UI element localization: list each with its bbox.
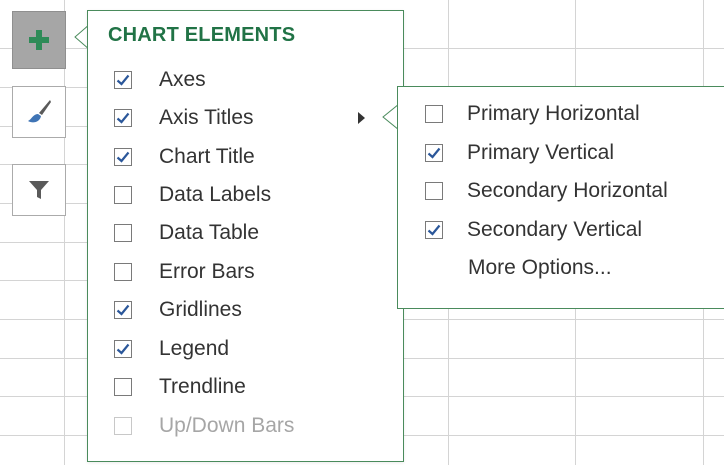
- element-axis-titles[interactable]: Axis Titles: [114, 101, 394, 135]
- checkbox[interactable]: [114, 263, 132, 281]
- chart-styles-button[interactable]: [12, 86, 66, 138]
- element-label: Data Table: [159, 221, 260, 244]
- element-label: Axes: [159, 68, 206, 91]
- checkmark-icon: [116, 151, 130, 163]
- submenu-item-primary-horizontal[interactable]: Primary Horizontal: [425, 97, 724, 131]
- element-trendline[interactable]: Trendline: [114, 370, 394, 404]
- chart-filters-button[interactable]: [12, 164, 66, 216]
- submenu-item-label: Secondary Horizontal: [467, 179, 668, 202]
- checkbox: [114, 417, 132, 435]
- checkbox[interactable]: [114, 148, 132, 166]
- submenu-item-label: Secondary Vertical: [467, 218, 643, 241]
- element-data-labels[interactable]: Data Labels: [114, 178, 394, 212]
- element-label: Gridlines: [159, 298, 242, 321]
- checkmark-icon: [116, 304, 130, 316]
- element-error-bars[interactable]: Error Bars: [114, 255, 394, 289]
- element-label: Axis Titles: [159, 106, 254, 129]
- more-options-link[interactable]: More Options...: [468, 251, 612, 285]
- element-up-down-bars: Up/Down Bars: [114, 409, 394, 443]
- element-gridlines[interactable]: Gridlines: [114, 293, 394, 327]
- element-label: Error Bars: [159, 260, 255, 283]
- element-label: Trendline: [159, 375, 246, 398]
- submenu-item-label: Primary Horizontal: [467, 102, 640, 125]
- plus-icon: [29, 30, 49, 50]
- checkbox[interactable]: [114, 71, 132, 89]
- element-label: Data Labels: [159, 183, 272, 206]
- submenu-arrow-icon[interactable]: [358, 112, 365, 124]
- chart-elements-popup: CHART ELEMENTS Axes Axis Titles Chart Ti…: [87, 10, 404, 462]
- checkmark-icon: [116, 74, 130, 86]
- checkbox[interactable]: [114, 186, 132, 204]
- element-label: Up/Down Bars: [159, 414, 295, 437]
- element-data-table[interactable]: Data Table: [114, 216, 394, 250]
- checkbox[interactable]: [114, 109, 132, 127]
- filter-icon: [29, 181, 49, 199]
- checkbox[interactable]: [425, 144, 443, 162]
- submenu-item-primary-vertical[interactable]: Primary Vertical: [425, 136, 724, 170]
- checkbox[interactable]: [114, 224, 132, 242]
- checkbox[interactable]: [425, 221, 443, 239]
- submenu-item-secondary-vertical[interactable]: Secondary Vertical: [425, 213, 724, 247]
- checkmark-icon: [427, 147, 441, 159]
- element-label: Chart Title: [159, 145, 255, 168]
- submenu-item-secondary-horizontal[interactable]: Secondary Horizontal: [425, 174, 724, 208]
- paintbrush-icon: [28, 100, 51, 123]
- popup-title: CHART ELEMENTS: [108, 24, 296, 46]
- checkmark-icon: [116, 343, 130, 355]
- checkbox[interactable]: [425, 105, 443, 123]
- submenu-item-label: Primary Vertical: [467, 141, 615, 164]
- element-axes[interactable]: Axes: [114, 63, 394, 97]
- element-legend[interactable]: Legend: [114, 332, 394, 366]
- axis-titles-submenu: Primary Horizontal Primary Vertical Seco…: [397, 86, 724, 309]
- checkmark-icon: [116, 112, 130, 124]
- checkmark-icon: [427, 224, 441, 236]
- checkbox[interactable]: [114, 378, 132, 396]
- checkbox[interactable]: [425, 182, 443, 200]
- checkbox[interactable]: [114, 301, 132, 319]
- element-label: Legend: [159, 337, 230, 360]
- element-chart-title[interactable]: Chart Title: [114, 140, 394, 174]
- chart-elements-button[interactable]: [12, 11, 66, 69]
- checkbox[interactable]: [114, 340, 132, 358]
